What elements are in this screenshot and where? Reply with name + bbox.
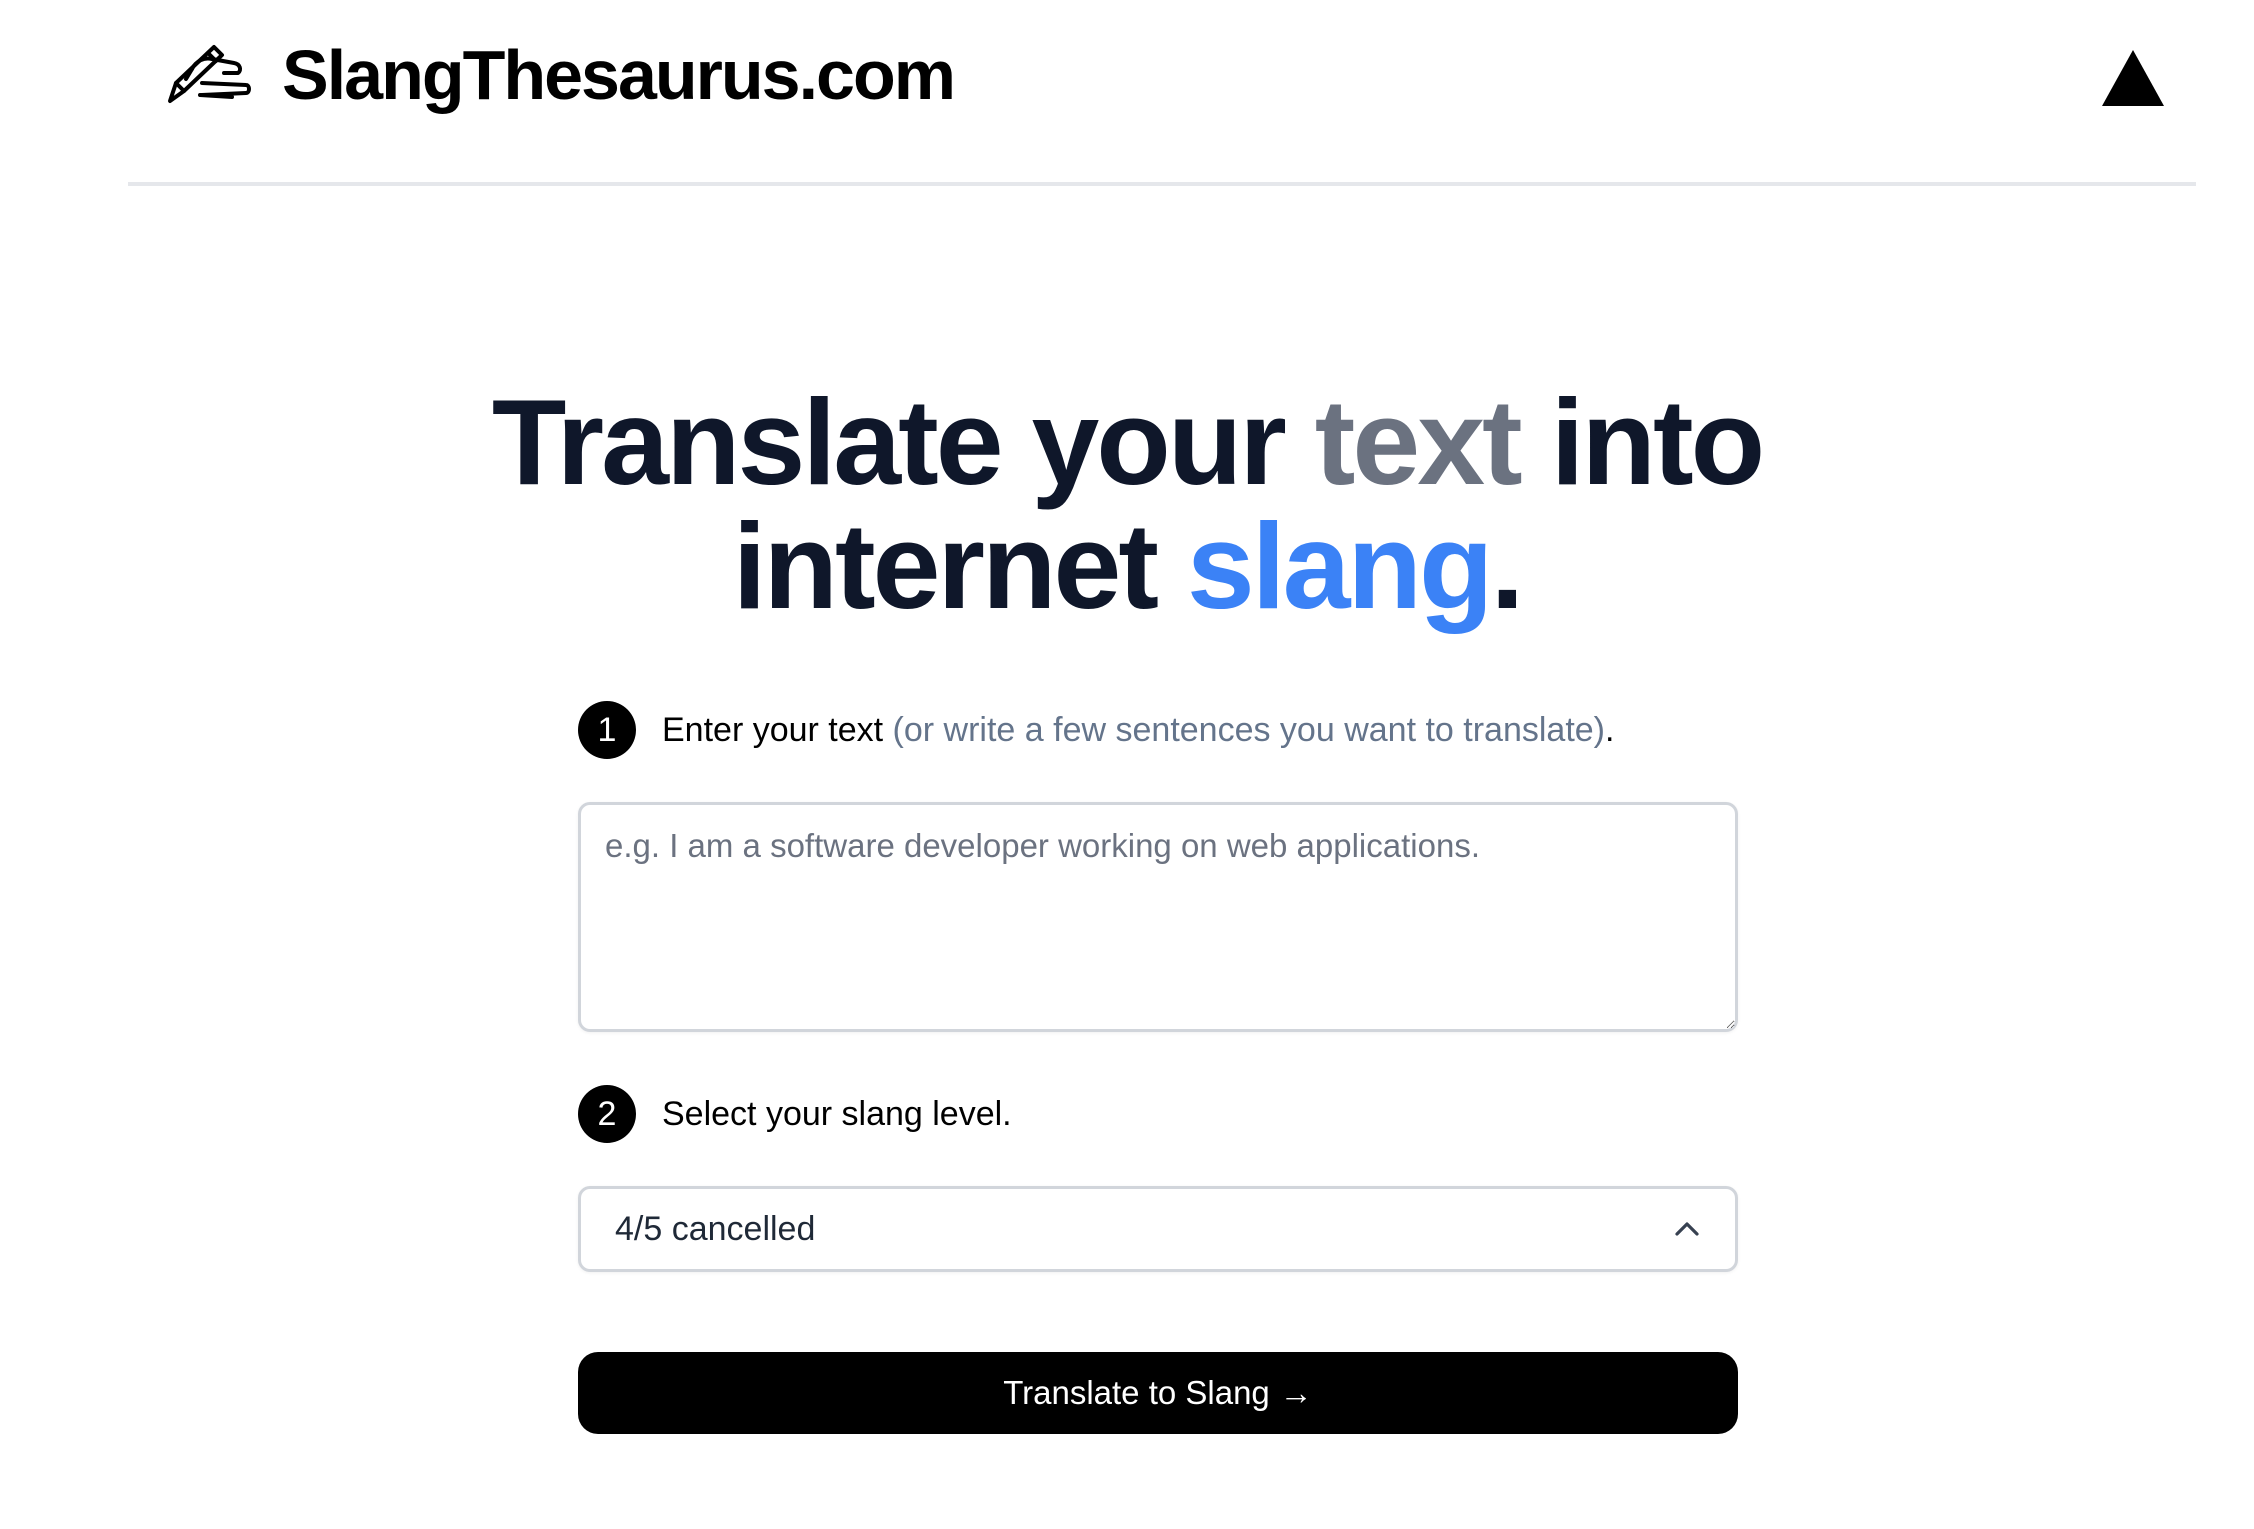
headline-text: internet bbox=[732, 498, 1187, 634]
headline-highlight-slang: slang bbox=[1186, 498, 1494, 634]
text-input[interactable] bbox=[578, 802, 1738, 1032]
site-header: SlangThesaurus.com bbox=[128, 0, 2196, 186]
step-1-label: Enter your text (or write a few sentence… bbox=[662, 711, 1614, 750]
slang-level-select[interactable]: 4/5 cancelled bbox=[578, 1186, 1738, 1272]
translate-form: 1 Enter your text (or write a few senten… bbox=[578, 700, 1738, 1434]
headline-highlight-text: text bbox=[1314, 374, 1523, 510]
step-1-hint: (or write a few sentences you want to tr… bbox=[883, 710, 1605, 749]
site-title: SlangThesaurus.com bbox=[282, 36, 956, 114]
step-number-badge: 1 bbox=[578, 701, 636, 759]
arrow-right-icon: → bbox=[1279, 1374, 1313, 1411]
headline-period: . bbox=[1490, 498, 1525, 634]
headline-text: Translate your bbox=[491, 374, 1315, 510]
headline-text: into bbox=[1519, 374, 1766, 510]
step-2-label: Select your slang level. bbox=[662, 1094, 1012, 1133]
step-1-title: Enter your text bbox=[662, 710, 884, 749]
triangle-logo-icon[interactable] bbox=[2100, 48, 2166, 108]
slang-level-value: 4/5 cancelled bbox=[615, 1209, 816, 1248]
step-1-period: . bbox=[1605, 710, 1615, 749]
translate-button[interactable]: Translate to Slang → bbox=[578, 1352, 1738, 1434]
writing-hand-icon bbox=[162, 35, 252, 115]
translate-button-label: Translate to Slang bbox=[1003, 1374, 1270, 1411]
brand-link[interactable]: SlangThesaurus.com bbox=[162, 30, 956, 120]
page-headline: Translate your text into internet slang. bbox=[0, 380, 2254, 628]
step-number-badge: 2 bbox=[578, 1085, 636, 1143]
chevron-up-icon bbox=[1673, 1215, 1701, 1243]
step-1: 1 Enter your text (or write a few senten… bbox=[578, 700, 1738, 760]
step-2: 2 Select your slang level. bbox=[578, 1084, 1738, 1144]
